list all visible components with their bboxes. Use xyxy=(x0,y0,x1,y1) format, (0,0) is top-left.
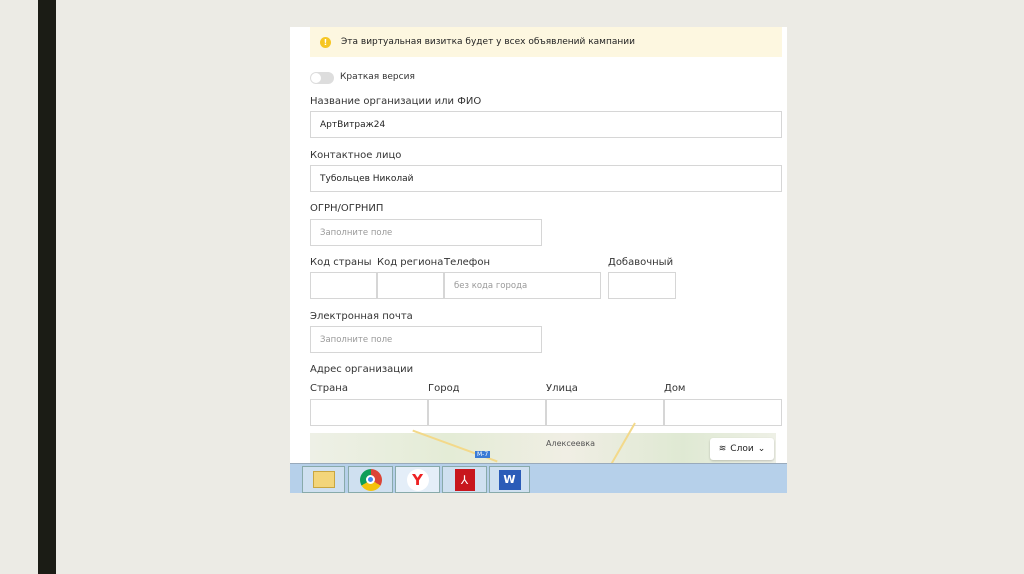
address-street-input[interactable] xyxy=(546,399,664,426)
contact-label: Контактное лицо xyxy=(310,150,402,161)
country-code-label: Код страны xyxy=(310,257,372,268)
org-label: Название организации или ФИО xyxy=(310,96,482,107)
warning-icon: ! xyxy=(320,36,331,48)
email-placeholder: Заполните поле xyxy=(320,334,393,345)
phone-placeholder: без кода города xyxy=(454,280,528,291)
ogrn-label: ОГРН/ОГРНИП xyxy=(310,203,384,214)
email-label: Электронная почта xyxy=(310,311,413,322)
yandex-icon: Y xyxy=(406,468,429,491)
taskbar: Y ⅄ W xyxy=(290,463,787,493)
taskbar-yandex[interactable]: Y xyxy=(395,466,440,493)
short-version-toggle[interactable] xyxy=(310,72,334,84)
phone-input[interactable]: без кода города xyxy=(444,272,601,299)
taskbar-chrome[interactable] xyxy=(348,466,393,493)
address-city-input[interactable] xyxy=(428,399,546,426)
folder-icon xyxy=(312,471,335,488)
address-country-label: Страна xyxy=(310,383,348,394)
notice-text: Эта виртуальная визитка будет у всех объ… xyxy=(341,37,635,47)
region-code-label: Код региона xyxy=(377,257,444,268)
country-code-input[interactable] xyxy=(310,272,377,299)
contact-value: Тубольцев Николай xyxy=(320,173,414,184)
map[interactable]: Алексеевка М-7 xyxy=(310,422,776,476)
notice-banner: ! Эта виртуальная визитка будет у всех об… xyxy=(310,27,782,57)
ext-label: Добавочный xyxy=(608,257,674,268)
address-house-input[interactable] xyxy=(664,399,782,426)
address-label: Адрес организации xyxy=(310,364,414,375)
ogrn-input[interactable]: Заполните поле xyxy=(310,219,542,246)
email-input[interactable]: Заполните поле xyxy=(310,326,542,353)
map-place-label: Алексеевка xyxy=(546,439,596,448)
road-badge: М-7 xyxy=(475,451,491,458)
chrome-icon xyxy=(359,468,382,491)
acrobat-icon: ⅄ xyxy=(454,468,475,491)
layers-label: Слои xyxy=(730,444,754,454)
address-house-label: Дом xyxy=(664,383,686,394)
org-value: АртВитраж24 xyxy=(320,119,386,130)
phone-label: Телефон xyxy=(444,257,491,268)
region-code-input[interactable] xyxy=(377,272,444,299)
address-country-input[interactable] xyxy=(310,399,428,426)
ext-input[interactable] xyxy=(608,272,676,299)
ogrn-placeholder: Заполните поле xyxy=(320,227,393,238)
toggle-label: Краткая версия xyxy=(340,72,415,82)
address-city-label: Город xyxy=(428,383,460,394)
taskbar-acrobat[interactable]: ⅄ xyxy=(442,466,487,493)
chevron-down-icon: ⌄ xyxy=(757,444,766,454)
word-icon: W xyxy=(498,469,521,490)
layers-icon: ≋ xyxy=(718,444,727,454)
org-input[interactable]: АртВитраж24 xyxy=(310,111,782,138)
contact-input[interactable]: Тубольцев Николай xyxy=(310,165,782,192)
screenshot-panel: ! Эта виртуальная визитка будет у всех об… xyxy=(290,27,787,493)
taskbar-word[interactable]: W xyxy=(489,466,530,493)
layers-button[interactable]: ≋ Слои ⌄ xyxy=(710,438,774,460)
address-street-label: Улица xyxy=(546,383,578,394)
slide-left-bar xyxy=(38,0,56,574)
taskbar-file-explorer[interactable] xyxy=(302,466,345,493)
